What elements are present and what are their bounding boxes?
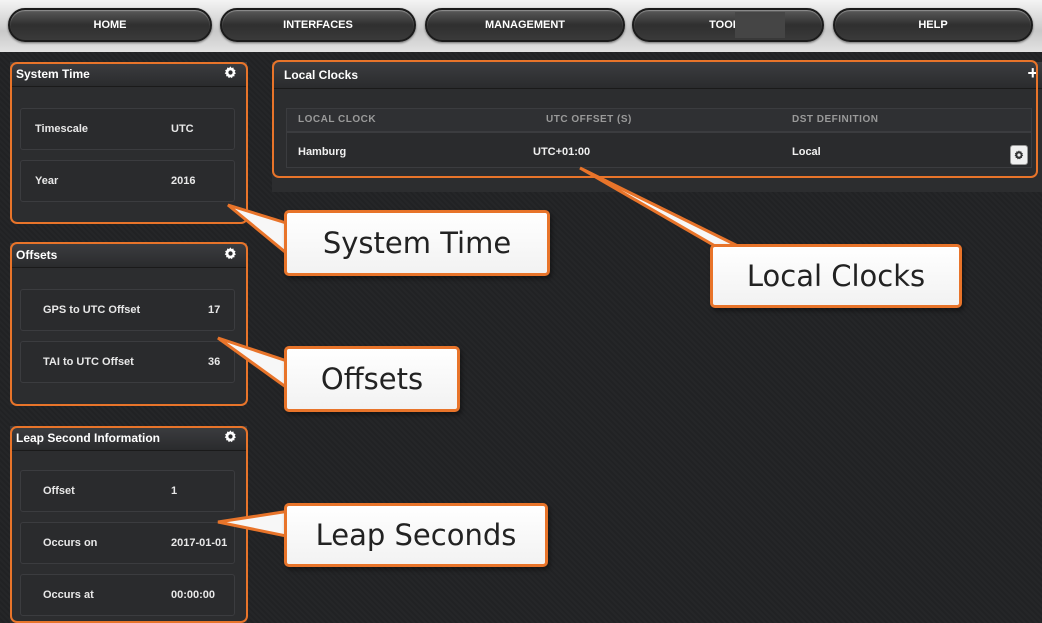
system-time-callout: System Time [284,210,550,276]
offsets-callout: Offsets [284,346,460,412]
local-clocks-callout: Local Clocks [710,244,962,308]
leap-seconds-callout: Leap Seconds [284,503,548,567]
